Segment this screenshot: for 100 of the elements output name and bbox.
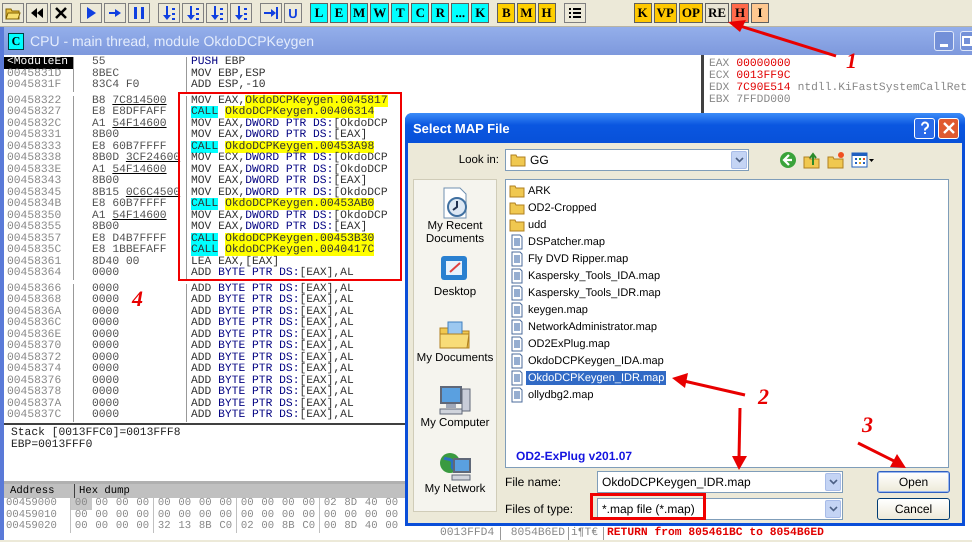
place-shortcut[interactable]: My Computer (415, 383, 495, 446)
file-item[interactable]: Kaspersky_Tools_IDA.map (526, 268, 662, 282)
hex-byte: 00 (198, 498, 213, 510)
place-shortcut[interactable]: Desktop (415, 252, 495, 314)
place-shortcut[interactable]: My Documents (415, 318, 495, 380)
toolbar-button[interactable] (80, 3, 102, 23)
hex-cell: E8 E8DFFAFF (74, 107, 187, 118)
toolbar-button[interactable]: M (350, 3, 368, 23)
toolbar-button[interactable] (564, 3, 586, 23)
toolbar-button[interactable]: T (391, 3, 410, 23)
help-button[interactable] (914, 118, 935, 138)
file-type-dropdown[interactable]: *.map file (*.map) (597, 498, 843, 520)
new-folder-button[interactable] (825, 151, 847, 169)
file-item[interactable]: ARK (526, 184, 553, 198)
comment-cell-text: RETURN from 805461BC to 8054B6ED (606, 527, 824, 540)
rewind-icon (29, 5, 45, 21)
address-cell: 00458364 (4, 268, 74, 280)
hex-byte: 00 (236, 498, 258, 510)
toolbar-button[interactable]: H (731, 3, 750, 23)
toolbar-button[interactable]: ... (451, 3, 470, 23)
file-name-field[interactable]: OkdoDCPKeygen_IDR.map (597, 470, 843, 492)
file-item[interactable]: ollydbg2.map (526, 388, 596, 402)
hex-byte: 02 (319, 498, 340, 510)
instruction-text: MOV EAX,DWORD PTR DS:[OkdoDCP (190, 118, 388, 130)
hex-cell: 0000 (74, 410, 187, 422)
hex-cell: 0000 (74, 376, 187, 387)
file-item[interactable]: OkdoDCPKeygen_IDA.map (526, 354, 666, 368)
toolbar-button[interactable]: VP (654, 3, 677, 23)
toolbar-button[interactable]: E (330, 3, 348, 23)
toolbar-button[interactable] (206, 3, 228, 23)
hex-byte: 00 (260, 498, 276, 510)
address-cell: 00458370 (4, 341, 74, 352)
look-in-dropdown[interactable]: GG (505, 149, 749, 171)
toolbar-button[interactable]: H (538, 3, 556, 23)
instruction-text: ADD BYTE PTR DS:[EAX],AL (190, 284, 354, 294)
address-cell: 00458331 (4, 130, 74, 142)
toolbar-button[interactable] (158, 3, 180, 23)
toolbar-button[interactable]: C (411, 3, 430, 23)
instruction-text: ADD BYTE PTR DS:[EAX],AL (190, 330, 354, 340)
place-shortcut[interactable]: My Network (415, 449, 495, 511)
file-item[interactable]: NetworkAdministrator.map (526, 320, 659, 334)
toolbar-button[interactable]: U (284, 3, 302, 23)
file-item[interactable]: OD2ExPlug.map (526, 336, 612, 350)
toolbar-button[interactable] (50, 3, 72, 23)
hex-byte: 00 (260, 510, 276, 521)
hex-byte: 00 (384, 510, 400, 521)
toolbar-button[interactable] (182, 3, 204, 23)
address-cell: 0045836E (4, 330, 74, 341)
instruction-text: PUSH EBP (190, 57, 246, 68)
column-header: Hex dump (78, 484, 130, 498)
maximize-button[interactable] (960, 31, 972, 51)
file-item[interactable]: OD2-Cropped (526, 200, 598, 214)
step-arrow-icon (185, 5, 201, 21)
toolbar-button[interactable]: W (370, 3, 390, 23)
toolbar-button[interactable]: OP (678, 3, 703, 23)
file-item[interactable]: udd (526, 218, 548, 232)
file-item[interactable]: keygen.map (526, 302, 590, 316)
hex-byte: 13 (177, 521, 192, 533)
toolbar-button[interactable] (26, 3, 48, 23)
open-button[interactable]: Open (877, 470, 950, 492)
address-cell: 0045832C (4, 118, 74, 130)
address-cell: 00458343 (4, 176, 74, 188)
register-value: 00000000 (736, 58, 791, 70)
annotation-arrow (857, 442, 906, 468)
toolbar-button[interactable] (128, 3, 150, 23)
close-button[interactable] (938, 118, 959, 138)
hex-cell: 83C4 F0 (74, 80, 187, 92)
toolbar-button[interactable] (230, 3, 252, 23)
toolbar-button[interactable]: I (751, 3, 770, 23)
back-button[interactable] (777, 151, 799, 169)
ascii-cell: i¶T€ (569, 527, 604, 540)
address-cell-text: 00459000 (5, 498, 58, 510)
register-value: 0013FF9C (736, 70, 791, 82)
address-cell: 0045835C (4, 245, 74, 256)
minimize-button[interactable] (934, 31, 954, 51)
document-icon (509, 268, 525, 284)
toolbar-button[interactable]: R (431, 3, 450, 23)
hex-byte: 00 (319, 510, 340, 522)
toolbar-button[interactable]: RE (704, 3, 730, 23)
hex-cell: 0000 (74, 318, 187, 330)
toolbar-button[interactable] (104, 3, 126, 23)
hex-cell: 0000 (74, 352, 187, 364)
cancel-button[interactable]: Cancel (877, 498, 950, 520)
toolbar-button[interactable]: K (471, 3, 490, 23)
instruction-text: MOV EAX,DWORD PTR DS:[EAX] (190, 222, 368, 233)
address-cell: 00458327 (4, 107, 74, 118)
toolbar-button[interactable]: B (497, 3, 516, 23)
hex-byte: 00 (301, 498, 316, 510)
file-item[interactable]: Fly DVD Ripper.map (526, 252, 630, 266)
document-icon (509, 386, 525, 402)
view-menu-button[interactable] (849, 151, 877, 169)
toolbar-button[interactable] (260, 3, 282, 23)
toolbar-button[interactable]: K (634, 3, 652, 23)
document-icon (509, 370, 525, 386)
toolbar-button[interactable]: L (310, 3, 328, 23)
file-item[interactable]: OkdoDCPKeygen_IDR.map (526, 370, 666, 384)
file-item[interactable]: Kaspersky_Tools_IDR.map (526, 286, 663, 300)
toolbar-button[interactable]: M (517, 3, 536, 23)
place-shortcut[interactable]: My Recent Documents (415, 186, 495, 248)
file-item[interactable]: DSPatcher.map (526, 234, 608, 248)
